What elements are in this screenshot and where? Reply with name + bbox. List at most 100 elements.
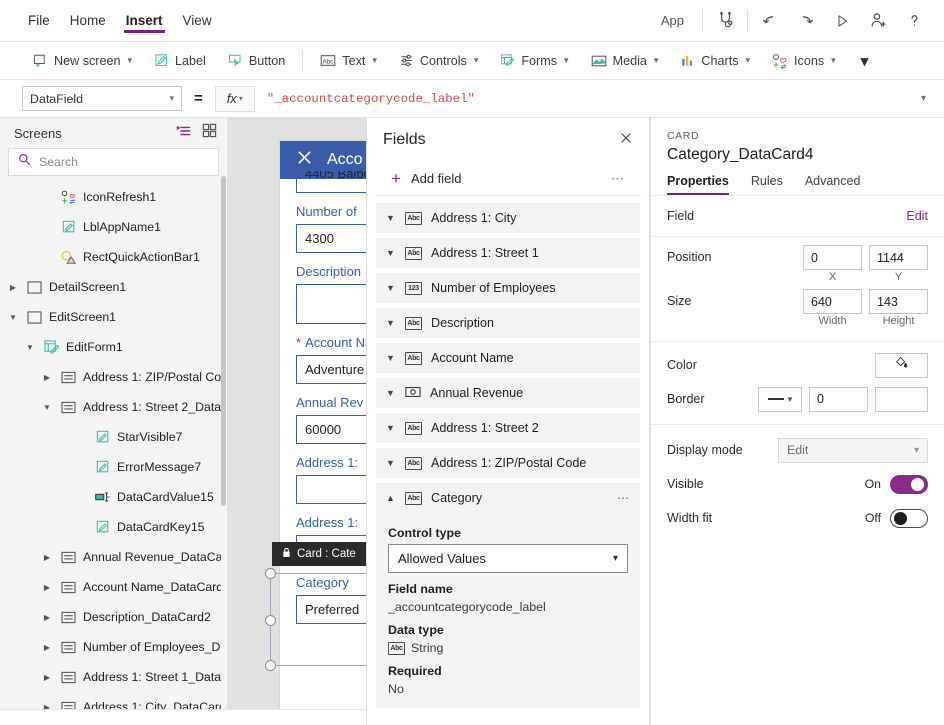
- tree-view-icon[interactable]: [176, 124, 192, 143]
- ribbon-icons[interactable]: Icons ▾: [761, 46, 847, 76]
- ribbon-text[interactable]: Abc Text ▾: [309, 46, 388, 76]
- resize-handle-top[interactable]: [265, 568, 276, 579]
- property-select[interactable]: DataField ▾: [22, 86, 182, 111]
- chevron-down-icon[interactable]: ▼: [386, 213, 396, 223]
- chevron-expanded-icon[interactable]: ▼: [23, 343, 37, 352]
- resize-handle-middle[interactable]: [265, 615, 276, 626]
- help-icon[interactable]: [896, 3, 932, 39]
- field-list-item[interactable]: ▼AbcAddress 1: Street 2: [376, 413, 640, 443]
- tree-item-label: Account Name_DataCard2: [83, 580, 221, 594]
- border-color-swatch[interactable]: [875, 387, 928, 412]
- tree-item[interactable]: IconRefresh1: [0, 182, 227, 212]
- menu-item-file[interactable]: File: [18, 0, 60, 42]
- chevron-down-icon[interactable]: ▼: [386, 458, 396, 468]
- ribbon-media[interactable]: Media ▾: [580, 46, 670, 76]
- tab-rules[interactable]: Rules: [751, 174, 783, 195]
- ribbon-forms[interactable]: Forms ▾: [489, 46, 579, 76]
- redo-icon[interactable]: [788, 3, 824, 39]
- ribbon-new-screen[interactable]: New screen ▾: [22, 46, 143, 76]
- undo-icon[interactable]: [752, 3, 788, 39]
- field-edit-link[interactable]: Edit: [906, 209, 928, 223]
- menu-item-view[interactable]: View: [173, 0, 222, 42]
- field-list-item[interactable]: ▼Annual Revenue: [376, 378, 640, 408]
- tree-item[interactable]: ▶Address 1: Street 1_DataCar: [0, 662, 227, 692]
- chevron-expanded-icon[interactable]: ▼: [40, 403, 54, 412]
- chevron-up-icon[interactable]: ▲: [386, 493, 396, 503]
- share-icon[interactable]: [860, 3, 896, 39]
- add-field-button[interactable]: + Add field ⋯: [375, 162, 641, 196]
- search-input[interactable]: Search: [8, 148, 219, 176]
- field-list-item[interactable]: ▼AbcAddress 1: ZIP/Postal Code: [376, 448, 640, 478]
- visible-toggle[interactable]: [890, 475, 928, 494]
- control-type-select[interactable]: Allowed Values▾: [388, 544, 628, 573]
- tree-item[interactable]: ▶ Account Name_DataCard2: [0, 572, 227, 602]
- display-mode-select[interactable]: Edit ▾: [778, 438, 928, 463]
- tree-item[interactable]: ▶Annual Revenue_DataCard2: [0, 542, 227, 572]
- tree-item[interactable]: ErrorMessage7: [0, 452, 227, 482]
- tree-item[interactable]: ▶Number of Employees_Data: [0, 632, 227, 662]
- fx-button[interactable]: fx ▾: [215, 86, 255, 112]
- formula-expand-icon[interactable]: ▾: [911, 93, 936, 104]
- formula-input[interactable]: "_accountcategorycode_label": [255, 86, 911, 112]
- color-picker-button[interactable]: [875, 353, 928, 378]
- size-height-input[interactable]: 143: [869, 289, 928, 314]
- app-checker-icon[interactable]: [707, 3, 743, 39]
- tree-item[interactable]: ▼EditScreen1: [0, 302, 227, 332]
- border-style-select[interactable]: ▾: [758, 387, 802, 412]
- chevron-collapsed-icon[interactable]: ▶: [40, 373, 54, 382]
- chevron-collapsed-icon[interactable]: ▶: [40, 553, 54, 562]
- width-fit-toggle[interactable]: [890, 509, 928, 528]
- position-x-input[interactable]: 0: [803, 245, 862, 270]
- field-item-category-header[interactable]: ▲AbcCategory⋯: [376, 483, 640, 513]
- tab-properties[interactable]: Properties: [667, 174, 729, 195]
- chevron-collapsed-icon[interactable]: ▶: [40, 613, 54, 622]
- close-icon[interactable]: [619, 131, 633, 149]
- close-icon[interactable]: [296, 149, 313, 171]
- card-icon: [60, 581, 77, 594]
- chevron-collapsed-icon[interactable]: ▶: [40, 673, 54, 682]
- border-width-input[interactable]: 0: [809, 387, 868, 412]
- chevron-collapsed-icon[interactable]: ▶: [40, 643, 54, 652]
- field-list-item[interactable]: ▼AbcAccount Name: [376, 343, 640, 373]
- tree-item[interactable]: StarVisible7: [0, 422, 227, 452]
- menu-item-insert[interactable]: Insert: [116, 0, 173, 42]
- ribbon-button-btn[interactable]: Button: [217, 46, 296, 76]
- tree-item[interactable]: LblAppName1: [0, 212, 227, 242]
- size-width-input[interactable]: 640: [803, 289, 862, 314]
- field-list-item[interactable]: ▼AbcAddress 1: Street 1: [376, 238, 640, 268]
- play-icon[interactable]: [824, 3, 860, 39]
- ribbon-label-btn[interactable]: Label: [143, 46, 217, 76]
- tree-item[interactable]: ▶Description_DataCard2: [0, 602, 227, 632]
- chevron-expanded-icon[interactable]: ▼: [6, 313, 20, 322]
- tree-item[interactable]: ▼EditForm1: [0, 332, 227, 362]
- chevron-down-icon[interactable]: ▼: [386, 248, 396, 258]
- ribbon-more-icon[interactable]: ▾: [847, 52, 883, 70]
- chevron-down-icon[interactable]: ▼: [386, 283, 396, 293]
- tab-advanced[interactable]: Advanced: [805, 174, 861, 195]
- field-item-label: Number of Employees: [431, 281, 556, 295]
- chevron-down-icon[interactable]: ▼: [386, 353, 396, 363]
- tree-item[interactable]: ▼Address 1: Street 2_DataCar: [0, 392, 227, 422]
- ribbon-controls[interactable]: Controls ▾: [388, 46, 489, 76]
- tree-item[interactable]: ▶DetailScreen1: [0, 272, 227, 302]
- tree-item[interactable]: RectQuickActionBar1: [0, 242, 227, 272]
- chevron-down-icon[interactable]: ▼: [386, 423, 396, 433]
- tree-item[interactable]: ▶Address 1: ZIP/Postal Code_: [0, 362, 227, 392]
- tree-item[interactable]: DataCardKey15: [0, 512, 227, 542]
- field-list-item[interactable]: ▼123Number of Employees: [376, 273, 640, 303]
- menu-item-home[interactable]: Home: [60, 0, 116, 42]
- thumbnail-view-icon[interactable]: [202, 123, 217, 143]
- tree-scrollbar[interactable]: [221, 176, 226, 506]
- ellipsis-icon[interactable]: ⋯: [617, 491, 630, 505]
- position-y-input[interactable]: 1144: [869, 245, 928, 270]
- chevron-down-icon[interactable]: ▼: [386, 388, 396, 398]
- field-list-item[interactable]: ▼AbcAddress 1: City: [376, 203, 640, 233]
- tree-item[interactable]: DataCardValue15: [0, 482, 227, 512]
- resize-handle-bottom[interactable]: [265, 660, 276, 671]
- chevron-collapsed-icon[interactable]: ▶: [40, 583, 54, 592]
- chevron-down-icon[interactable]: ▼: [386, 318, 396, 328]
- field-list-item[interactable]: ▼AbcDescription: [376, 308, 640, 338]
- chevron-collapsed-icon[interactable]: ▶: [6, 283, 20, 292]
- ellipsis-icon[interactable]: ⋯: [611, 171, 625, 187]
- ribbon-charts[interactable]: Charts ▾: [669, 46, 761, 76]
